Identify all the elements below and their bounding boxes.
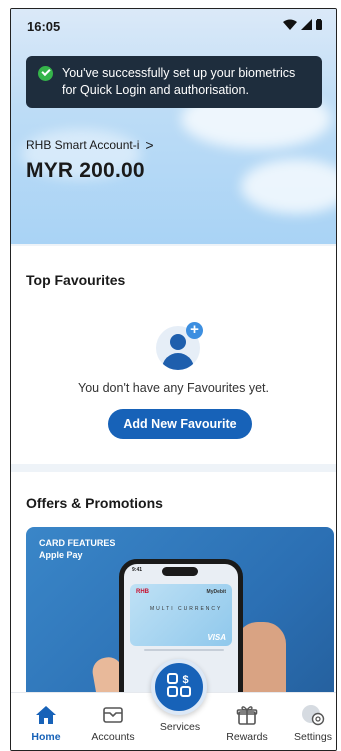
- battery-icon: [316, 17, 322, 35]
- nav-accounts[interactable]: Accounts: [83, 703, 143, 743]
- nav-rewards[interactable]: Rewards: [217, 703, 277, 743]
- gift-icon: [217, 703, 277, 727]
- plus-icon: +: [186, 322, 203, 339]
- toast-message: You've successfully set up your biometri…: [62, 66, 296, 97]
- account-name: RHB Smart Account-i: [26, 138, 140, 152]
- check-circle-icon: [38, 66, 53, 81]
- services-fab-button[interactable]: $: [151, 659, 207, 715]
- status-bar: 16:05: [11, 9, 336, 43]
- nav-label: Home: [31, 731, 61, 743]
- account-header: 16:05 You've successfully set up your bi…: [11, 9, 336, 244]
- nav-label: Accounts: [91, 731, 135, 743]
- services-icon: $: [166, 672, 192, 703]
- wifi-icon: [283, 17, 297, 35]
- accounts-icon: [83, 703, 143, 727]
- nav-label: Settings: [294, 731, 332, 743]
- debit-card-image: RHB MyDebit MULTI CURRENCY VISA: [130, 584, 232, 646]
- account-summary[interactable]: RHB Smart Account-i > MYR 200.00: [26, 137, 154, 183]
- favourites-title: Top Favourites: [26, 272, 126, 288]
- favourites-empty-message: You don't have any Favourites yet.: [78, 381, 269, 395]
- biometrics-success-toast[interactable]: You've successfully set up your biometri…: [26, 56, 322, 108]
- nav-label: Rewards: [226, 731, 268, 743]
- account-balance: MYR 200.00: [26, 159, 145, 182]
- chevron-right-icon: >: [145, 137, 154, 153]
- offers-title: Offers & Promotions: [26, 495, 163, 511]
- nav-settings[interactable]: Settings: [283, 703, 336, 743]
- add-favourite-avatar-icon: +: [156, 322, 204, 370]
- settings-icon: [283, 703, 336, 727]
- section-divider: [11, 464, 336, 472]
- phone-screen: 16:05 You've successfully set up your bi…: [10, 8, 337, 751]
- svg-text:$: $: [182, 674, 188, 686]
- promo-subtitle: Apple Pay: [39, 550, 83, 560]
- nav-home[interactable]: Home: [16, 703, 76, 743]
- promo-tag: CARD FEATURES: [39, 538, 116, 548]
- top-favourites-section: Top Favourites + You don't have any Favo…: [11, 246, 336, 464]
- nav-services[interactable]: Services: [150, 721, 210, 733]
- home-icon: [16, 703, 76, 727]
- signal-icon: [301, 17, 312, 35]
- status-time: 16:05: [27, 18, 61, 34]
- add-new-favourite-button[interactable]: Add New Favourite: [108, 409, 252, 439]
- nav-label: Services: [159, 721, 201, 733]
